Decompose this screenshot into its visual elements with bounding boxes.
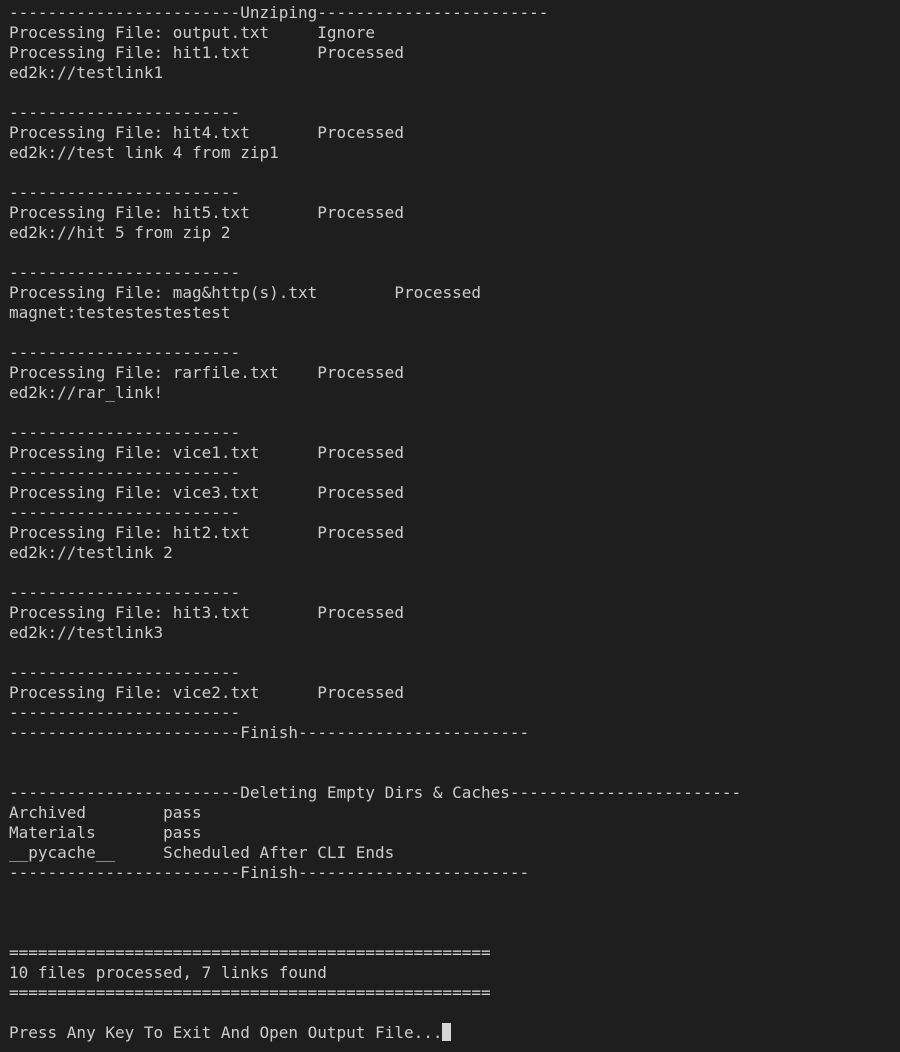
terminal-line: Materials pass	[9, 823, 900, 843]
terminal-line: Processing File: vice1.txt Processed	[9, 443, 900, 463]
terminal-line-text: Processing File: output.txt Ignore	[9, 23, 376, 42]
terminal-line-text: Processing File: vice3.txt Processed	[9, 483, 404, 502]
terminal-line: Processing File: mag&http(s).txt Process…	[9, 283, 900, 303]
terminal-line: ========================================…	[9, 943, 900, 963]
terminal-line-text: ------------------------Deleting Empty D…	[9, 783, 742, 802]
terminal-line: ------------------------	[9, 503, 900, 523]
terminal-line: ------------------------Finish----------…	[9, 723, 900, 743]
terminal-line: Processing File: hit5.txt Processed	[9, 203, 900, 223]
terminal-line-text: Processing File: hit1.txt Processed	[9, 43, 404, 62]
terminal-line: Processing File: vice2.txt Processed	[9, 683, 900, 703]
exit-prompt: Press Any Key To Exit And Open Output Fi…	[9, 1023, 900, 1043]
terminal-line-text: ------------------------	[9, 423, 241, 442]
terminal-line-text: ------------------------	[9, 583, 241, 602]
terminal-line-text: __pycache__ Scheduled After CLI Ends	[9, 843, 395, 862]
terminal-line: ed2k://testlink 2	[9, 543, 900, 563]
terminal-line: ------------------------	[9, 423, 900, 443]
terminal-line-text: ------------------------	[9, 343, 241, 362]
terminal-line: ed2k://test link 4 from zip1	[9, 143, 900, 163]
text-cursor	[442, 1023, 452, 1041]
terminal-line-text: Processing File: hit4.txt Processed	[9, 123, 404, 142]
terminal-line-text: Press Any Key To Exit And Open Output Fi…	[9, 1023, 443, 1042]
terminal-line: ------------------------	[9, 103, 900, 123]
terminal-line: ed2k://testlink3	[9, 623, 900, 643]
terminal-line: ------------------------Unziping--------…	[9, 3, 900, 23]
terminal-line-text: ------------------------Unziping--------…	[9, 3, 549, 22]
terminal-line: Processing File: hit3.txt Processed	[9, 603, 900, 623]
terminal-line-text: ------------------------	[9, 503, 241, 522]
terminal-line-text: ed2k://test link 4 from zip1	[9, 143, 279, 162]
terminal-line: 10 files processed, 7 links found	[9, 963, 900, 983]
terminal-line: Processing File: hit2.txt Processed	[9, 523, 900, 543]
terminal-line: ------------------------Finish----------…	[9, 863, 900, 883]
terminal-line: magnet:testestestestest	[9, 303, 900, 323]
terminal-line-text: Processing File: rarfile.txt Processed	[9, 363, 404, 382]
terminal-line: __pycache__ Scheduled After CLI Ends	[9, 843, 900, 863]
terminal-line-text: ------------------------	[9, 703, 241, 722]
terminal-line-text: ------------------------	[9, 663, 241, 682]
terminal-line-text: ------------------------Finish----------…	[9, 863, 530, 882]
terminal-line: ------------------------	[9, 583, 900, 603]
terminal-line-text: Processing File: vice1.txt Processed	[9, 443, 404, 462]
terminal-line-text: ========================================…	[9, 943, 491, 962]
terminal-line: ed2k://rar_link!	[9, 383, 900, 403]
terminal-line: Processing File: vice3.txt Processed	[9, 483, 900, 503]
terminal-line: Archived pass	[9, 803, 900, 823]
terminal-line: ------------------------	[9, 183, 900, 203]
terminal-line: ------------------------	[9, 343, 900, 363]
terminal-line: ed2k://hit 5 from zip 2	[9, 223, 900, 243]
terminal-line-text: ------------------------Finish----------…	[9, 723, 530, 742]
terminal-line-text: Processing File: hit3.txt Processed	[9, 603, 404, 622]
terminal-line: ------------------------	[9, 263, 900, 283]
terminal-line-text: Processing File: mag&http(s).txt Process…	[9, 283, 482, 302]
terminal-line-text: ed2k://hit 5 from zip 2	[9, 223, 231, 242]
terminal-line-text: Archived pass	[9, 803, 202, 822]
terminal-line: ------------------------	[9, 463, 900, 483]
terminal-line-text: ------------------------	[9, 103, 241, 122]
terminal-line-text: magnet:testestestestest	[9, 303, 231, 322]
terminal-line-text: ------------------------	[9, 463, 241, 482]
terminal-output[interactable]: ------------------------Unziping--------…	[0, 0, 900, 1052]
terminal-line-text: ed2k://testlink3	[9, 623, 164, 642]
terminal-line-text: ------------------------	[9, 263, 241, 282]
terminal-line-text: Processing File: hit2.txt Processed	[9, 523, 404, 542]
terminal-line: Processing File: hit4.txt Processed	[9, 123, 900, 143]
terminal-line: ------------------------Deleting Empty D…	[9, 783, 900, 803]
terminal-line: Processing File: output.txt Ignore	[9, 23, 900, 43]
terminal-line-text: ------------------------	[9, 183, 241, 202]
terminal-line-text: Processing File: hit5.txt Processed	[9, 203, 404, 222]
terminal-line-text: ed2k://testlink 2	[9, 543, 173, 562]
terminal-line: ------------------------	[9, 703, 900, 723]
terminal-line-text: Processing File: vice2.txt Processed	[9, 683, 404, 702]
terminal-line-text: ed2k://rar_link!	[9, 383, 164, 402]
terminal-line-text: Materials pass	[9, 823, 202, 842]
terminal-line: ========================================…	[9, 983, 900, 1003]
terminal-line: ed2k://testlink1	[9, 63, 900, 83]
terminal-line-text: 10 files processed, 7 links found	[9, 963, 327, 982]
terminal-line: ------------------------	[9, 663, 900, 683]
terminal-line-text: ========================================…	[9, 983, 491, 1002]
terminal-line: Processing File: rarfile.txt Processed	[9, 363, 900, 383]
terminal-line: Processing File: hit1.txt Processed	[9, 43, 900, 63]
terminal-line-text: ed2k://testlink1	[9, 63, 164, 82]
